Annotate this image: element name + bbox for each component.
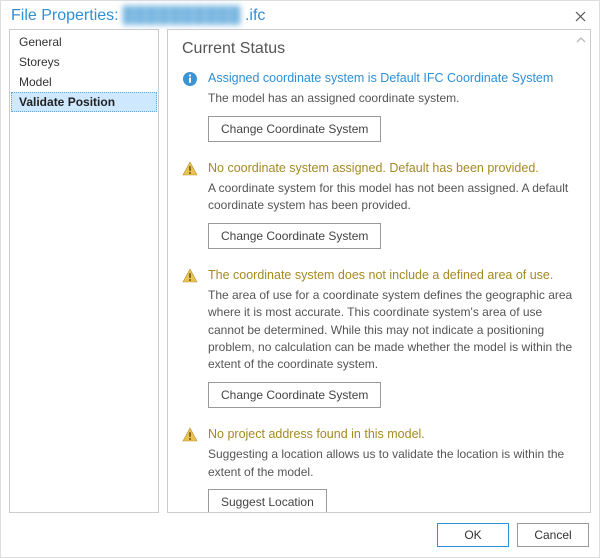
content-heading: Current Status bbox=[182, 40, 576, 58]
status-body: The coordinate system does not include a… bbox=[208, 267, 576, 408]
sidebar-item-validate-position[interactable]: Validate Position bbox=[11, 92, 157, 112]
status-body: No coordinate system assigned. Default h… bbox=[208, 160, 576, 249]
status-title: No coordinate system assigned. Default h… bbox=[208, 160, 576, 176]
dialog-body: General Storeys Model Validate Position … bbox=[1, 29, 599, 513]
window-title: File Properties: ██████████.ifc bbox=[11, 7, 265, 25]
status-desc: Suggesting a location allows us to valid… bbox=[208, 446, 576, 481]
title-filename: ██████████ bbox=[123, 7, 241, 25]
title-prefix: File Properties: bbox=[11, 7, 119, 25]
status-item-no-cs: No coordinate system assigned. Default h… bbox=[182, 160, 576, 249]
titlebar: File Properties: ██████████.ifc bbox=[1, 1, 599, 29]
change-cs-button[interactable]: Change Coordinate System bbox=[208, 382, 381, 408]
status-item-assigned-cs: Assigned coordinate system is Default IF… bbox=[182, 70, 576, 142]
info-icon bbox=[182, 71, 200, 87]
status-title: No project address found in this model. bbox=[208, 426, 576, 442]
sidebar-item-model[interactable]: Model bbox=[11, 72, 157, 92]
sidebar-item-label: Validate Position bbox=[19, 95, 115, 109]
status-body: No project address found in this model. … bbox=[208, 426, 576, 513]
status-title: Assigned coordinate system is Default IF… bbox=[208, 70, 576, 86]
suggest-location-button[interactable]: Suggest Location bbox=[208, 489, 327, 513]
title-extension: .ifc bbox=[245, 7, 265, 25]
content-panel: Current Status Assigned coordinate syste… bbox=[167, 29, 591, 513]
sidebar-item-label: Model bbox=[19, 75, 52, 89]
sidebar-item-label: General bbox=[19, 35, 62, 49]
warning-icon bbox=[182, 161, 200, 177]
sidebar-item-storeys[interactable]: Storeys bbox=[11, 52, 157, 72]
status-item-no-address: No project address found in this model. … bbox=[182, 426, 576, 513]
warning-icon bbox=[182, 268, 200, 284]
warning-icon bbox=[182, 427, 200, 443]
status-title: The coordinate system does not include a… bbox=[208, 267, 576, 283]
change-cs-button[interactable]: Change Coordinate System bbox=[208, 116, 381, 142]
close-button[interactable] bbox=[571, 7, 589, 25]
sidebar: General Storeys Model Validate Position bbox=[9, 29, 159, 513]
status-desc: The area of use for a coordinate system … bbox=[208, 287, 576, 374]
status-desc: A coordinate system for this model has n… bbox=[208, 180, 576, 215]
status-item-no-area: The coordinate system does not include a… bbox=[182, 267, 576, 408]
dialog-footer: OK Cancel bbox=[1, 513, 599, 557]
cancel-button[interactable]: Cancel bbox=[517, 523, 589, 547]
sidebar-item-general[interactable]: General bbox=[11, 32, 157, 52]
status-body: Assigned coordinate system is Default IF… bbox=[208, 70, 576, 142]
sidebar-item-label: Storeys bbox=[19, 55, 60, 69]
close-icon bbox=[575, 11, 586, 22]
status-desc: The model has an assigned coordinate sys… bbox=[208, 90, 576, 107]
ok-button[interactable]: OK bbox=[437, 523, 509, 547]
properties-dialog: File Properties: ██████████.ifc General … bbox=[0, 0, 600, 558]
scroll-up-chevron-icon[interactable] bbox=[576, 36, 586, 47]
change-cs-button[interactable]: Change Coordinate System bbox=[208, 223, 381, 249]
